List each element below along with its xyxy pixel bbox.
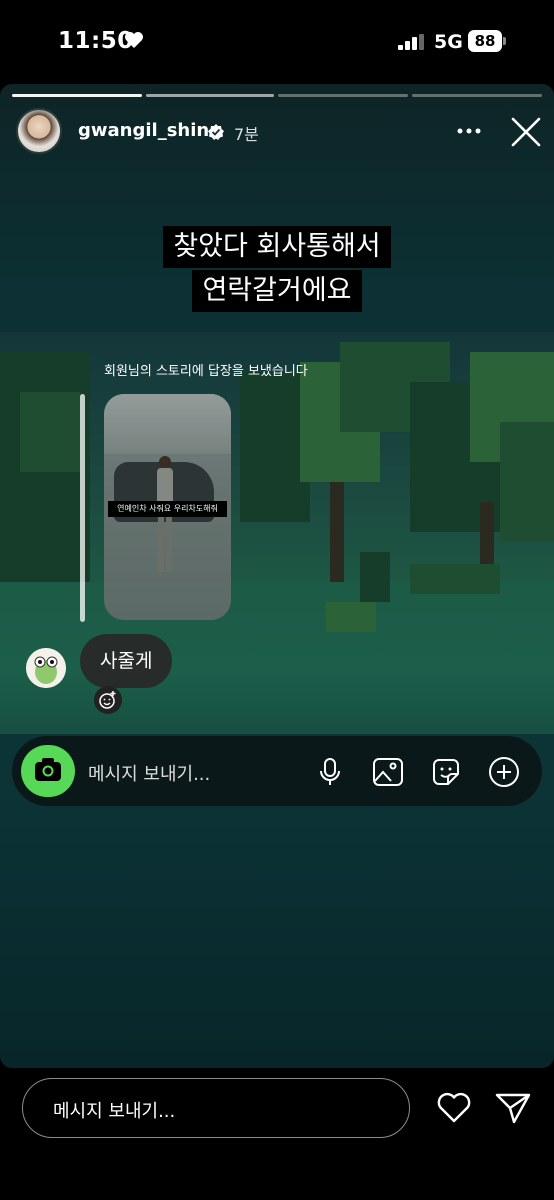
image-icon[interactable] — [372, 756, 404, 788]
story-caption: 연락갈거에요 — [0, 270, 554, 312]
story-viewer[interactable]: gwangil_shin 7분 찾았다 회사통해서 연락갈거에요 회원님의 스토… — [0, 84, 554, 1068]
inner-message-placeholder[interactable]: 메시지 보내기... — [88, 760, 210, 786]
microphone-icon[interactable] — [314, 756, 346, 788]
camera-icon — [35, 758, 61, 781]
status-bar: 11:50 5G 88 — [0, 0, 554, 84]
story-progress-segment — [278, 94, 408, 97]
story-time-ago: 7분 — [234, 125, 259, 144]
message-text: 사줄게 — [100, 650, 153, 672]
signal-icon — [398, 34, 424, 50]
reply-label: 회원님의 스토리에 답장을 보냈습니다 — [104, 364, 308, 379]
send-icon[interactable] — [494, 1090, 532, 1126]
story-progress-segment — [146, 94, 274, 97]
verified-badge-icon — [208, 124, 224, 140]
add-reaction-icon[interactable] — [94, 686, 122, 714]
camera-button[interactable] — [21, 745, 75, 797]
bottom-reply-bar: 메시지 보내기... — [0, 1068, 554, 1200]
message-input-placeholder: 메시지 보내기... — [53, 1101, 176, 1122]
thumbnail-caption: 연예인차 사줘요 우리차도해줘 — [108, 501, 227, 517]
story-progress-segment — [412, 94, 542, 97]
heart-status-icon — [125, 32, 143, 48]
story-username[interactable]: gwangil_shin — [78, 120, 209, 141]
battery-icon: 88 — [468, 30, 506, 52]
add-icon[interactable] — [488, 756, 520, 788]
profile-avatar[interactable] — [16, 108, 62, 154]
close-icon[interactable] — [510, 116, 542, 148]
heart-icon[interactable] — [436, 1092, 472, 1124]
battery-level: 88 — [468, 30, 502, 52]
sender-avatar — [26, 648, 66, 688]
story-caption: 찾았다 회사통해서 — [0, 226, 554, 268]
replied-story-thumbnail[interactable]: 연예인차 사줘요 우리차도해줘 — [104, 394, 231, 620]
sticker-icon[interactable] — [430, 756, 462, 788]
status-time: 11:50 — [58, 28, 134, 54]
inner-message-composer[interactable]: 메시지 보내기... — [12, 736, 542, 806]
more-options-icon[interactable] — [456, 120, 482, 142]
caption-line-1: 찾았다 회사통해서 — [163, 226, 391, 268]
story-progress-segment — [12, 94, 142, 97]
message-input[interactable]: 메시지 보내기... — [22, 1078, 410, 1138]
reply-quote-bar — [80, 394, 85, 622]
message-bubble[interactable]: 사줄게 — [80, 634, 173, 688]
caption-line-2: 연락갈거에요 — [192, 270, 362, 312]
network-label: 5G — [434, 31, 463, 53]
